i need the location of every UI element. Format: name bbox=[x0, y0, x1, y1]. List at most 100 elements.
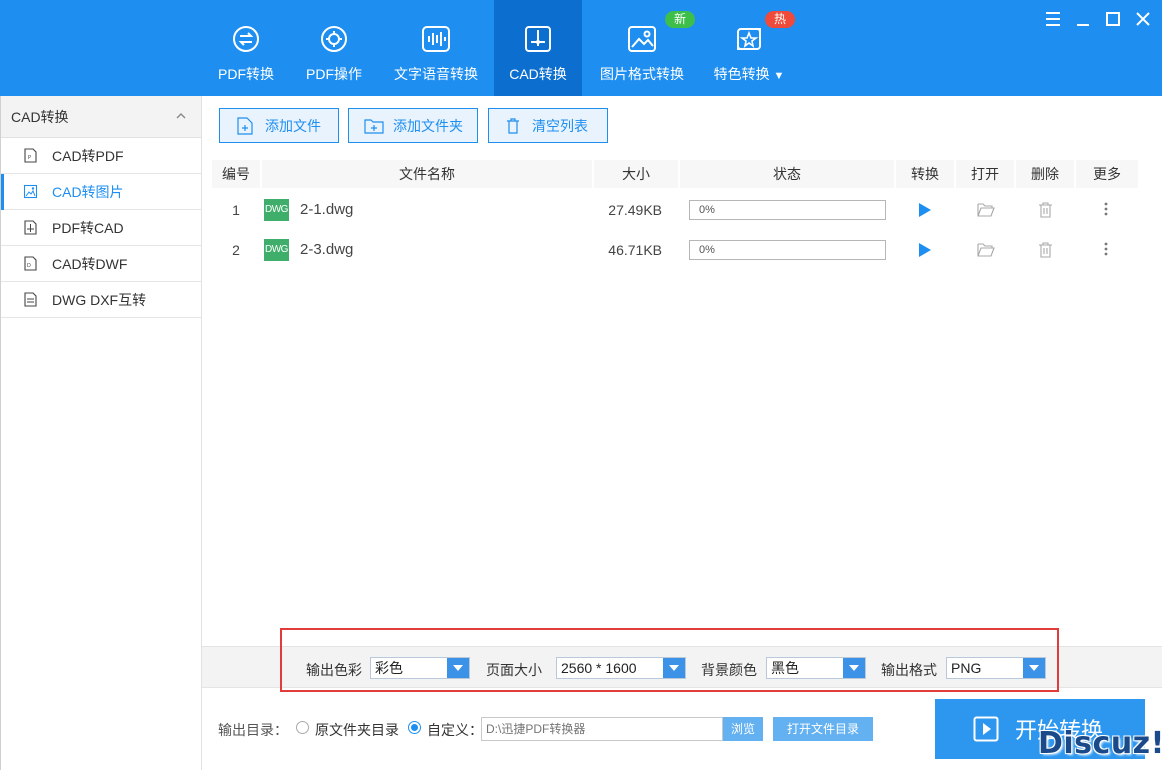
column-header-size: 大小 bbox=[622, 166, 650, 182]
file-name: 2-3.dwg bbox=[300, 241, 354, 258]
progress-bar: 0% bbox=[689, 200, 886, 220]
add-folder-label: 添加文件夹 bbox=[393, 117, 463, 134]
background-color-value: 黑色 bbox=[771, 660, 799, 676]
progress-bar: 0% bbox=[689, 240, 886, 260]
tab-pdf-convert[interactable]: PDF转换 bbox=[206, 0, 286, 96]
dwg-file-icon bbox=[24, 292, 37, 307]
output-color-value: 彩色 bbox=[375, 660, 403, 676]
sidebar-item-pdf-to-cad[interactable]: PDF转CAD bbox=[1, 210, 201, 246]
table-row[interactable]: 1 DWG 2-1.dwg 27.49KB 0% bbox=[212, 190, 1138, 230]
original-dir-label: 原文件夹目录 bbox=[315, 722, 399, 738]
tab-label: 文字语音转换 bbox=[394, 66, 478, 82]
add-file-icon bbox=[237, 116, 253, 135]
table-row[interactable]: 2 DWG 2-3.dwg 46.71KB 0% bbox=[212, 230, 1138, 270]
sidebar-item-label: CAD转图片 bbox=[52, 183, 124, 200]
cad-file-icon bbox=[24, 220, 37, 235]
trash-icon bbox=[507, 117, 519, 134]
cad-icon bbox=[525, 26, 551, 52]
image-icon bbox=[628, 26, 656, 52]
sidebar: CAD转换 P CAD转PDF CAD转图片 PDF转CAD D CAD转DWF bbox=[0, 96, 202, 770]
sidebar-item-cad-to-dwf[interactable]: D CAD转DWF bbox=[1, 246, 201, 282]
background-color-select[interactable]: 黑色 bbox=[766, 657, 866, 679]
sidebar-item-dwg-dxf[interactable]: DWG DXF互转 bbox=[1, 282, 201, 318]
page-size-select[interactable]: 2560 * 1600 bbox=[556, 657, 686, 679]
special-convert-icon bbox=[737, 28, 761, 50]
tab-label: PDF操作 bbox=[306, 66, 362, 82]
sidebar-item-cad-to-pdf[interactable]: P CAD转PDF bbox=[1, 138, 201, 174]
column-header-open: 打开 bbox=[971, 166, 999, 182]
delete-icon[interactable] bbox=[1038, 242, 1053, 258]
play-icon[interactable] bbox=[918, 242, 932, 258]
page-size-value: 2560 * 1600 bbox=[561, 660, 637, 676]
open-dir-button[interactable]: 打开文件目录 bbox=[773, 717, 873, 741]
column-header-more: 更多 bbox=[1093, 166, 1121, 182]
tab-label: CAD转换 bbox=[509, 66, 567, 82]
output-path-input[interactable] bbox=[481, 717, 723, 741]
tab-pdf-operation[interactable]: PDF操作 bbox=[294, 0, 374, 96]
file-name: 2-1.dwg bbox=[300, 201, 354, 218]
maximize-icon[interactable] bbox=[1102, 8, 1124, 30]
browse-button[interactable]: 浏览 bbox=[723, 717, 763, 741]
delete-icon[interactable] bbox=[1038, 202, 1053, 218]
svg-text:D: D bbox=[27, 263, 31, 269]
file-size: 27.49KB bbox=[608, 202, 662, 218]
sidebar-item-cad-to-image[interactable]: CAD转图片 bbox=[1, 174, 201, 210]
dropdown-caret-icon: ▼ bbox=[773, 70, 785, 82]
minimize-icon[interactable] bbox=[1072, 8, 1094, 30]
hot-badge: 热 bbox=[765, 11, 795, 28]
sidebar-header-label: CAD转换 bbox=[11, 108, 69, 125]
voice-wave-icon bbox=[422, 26, 450, 52]
sidebar-item-label: DWG DXF互转 bbox=[52, 291, 147, 308]
pdf-convert-icon bbox=[233, 26, 259, 52]
output-color-label: 输出色彩 bbox=[306, 662, 362, 678]
output-options-bar: 输出色彩 彩色 页面大小 2560 * 1600 背景颜色 黑色 输出格式 PN… bbox=[202, 646, 1162, 688]
row-index: 1 bbox=[232, 202, 240, 218]
add-file-button[interactable]: 添加文件 bbox=[219, 108, 339, 143]
chevron-down-icon bbox=[1023, 658, 1045, 678]
image-file-icon bbox=[23, 184, 38, 199]
add-file-label: 添加文件 bbox=[265, 117, 321, 134]
add-folder-icon bbox=[364, 118, 384, 134]
dwg-file-icon: DWG bbox=[264, 199, 289, 221]
row-index: 2 bbox=[232, 242, 240, 258]
chevron-down-icon bbox=[663, 658, 685, 678]
original-dir-radio[interactable] bbox=[296, 721, 309, 734]
column-header-status: 状态 bbox=[773, 166, 801, 182]
sidebar-item-label: PDF转CAD bbox=[52, 219, 124, 236]
add-folder-button[interactable]: 添加文件夹 bbox=[348, 108, 478, 143]
custom-dir-label: 自定义： bbox=[427, 722, 483, 738]
page-size-label: 页面大小 bbox=[486, 662, 542, 678]
output-format-value: PNG bbox=[951, 660, 982, 676]
dwg-file-icon: DWG bbox=[264, 239, 289, 261]
play-icon[interactable] bbox=[918, 202, 932, 218]
output-format-label: 输出格式 bbox=[881, 662, 937, 678]
clear-list-button[interactable]: 清空列表 bbox=[488, 108, 608, 143]
chevron-up-icon[interactable] bbox=[175, 110, 187, 122]
pdf-gear-icon bbox=[321, 26, 347, 52]
sidebar-item-label: CAD转DWF bbox=[52, 255, 128, 272]
custom-dir-radio[interactable] bbox=[408, 721, 421, 734]
sidebar-header[interactable]: CAD转换 bbox=[1, 96, 201, 138]
more-vertical-icon[interactable] bbox=[1104, 202, 1108, 216]
pdf-file-icon: P bbox=[24, 148, 37, 163]
svg-text:P: P bbox=[28, 155, 31, 161]
clear-list-label: 清空列表 bbox=[532, 117, 588, 134]
tab-cad-convert[interactable]: CAD转换 bbox=[494, 0, 582, 96]
menu-icon[interactable] bbox=[1042, 8, 1064, 30]
close-icon[interactable] bbox=[1132, 8, 1154, 30]
folder-open-icon[interactable] bbox=[977, 202, 995, 217]
more-vertical-icon[interactable] bbox=[1104, 242, 1108, 256]
column-header-index: 编号 bbox=[222, 166, 250, 182]
tab-text-voice[interactable]: 文字语音转换 bbox=[386, 0, 486, 96]
chevron-down-icon bbox=[843, 658, 865, 678]
top-nav-bar: PDF转换 PDF操作 文字语音转换 CAD转换 图片格式转换 新 特色转换 ▼… bbox=[0, 0, 1162, 96]
column-header-delete: 删除 bbox=[1031, 166, 1059, 182]
column-header-convert: 转换 bbox=[911, 166, 939, 182]
output-dir-label: 输出目录： bbox=[218, 722, 288, 738]
folder-open-icon[interactable] bbox=[977, 242, 995, 257]
tab-label: 特色转换 ▼ bbox=[713, 66, 785, 82]
output-format-select[interactable]: PNG bbox=[946, 657, 1046, 679]
sidebar-item-label: CAD转PDF bbox=[52, 147, 124, 164]
chevron-down-icon bbox=[447, 658, 469, 678]
output-color-select[interactable]: 彩色 bbox=[370, 657, 470, 679]
